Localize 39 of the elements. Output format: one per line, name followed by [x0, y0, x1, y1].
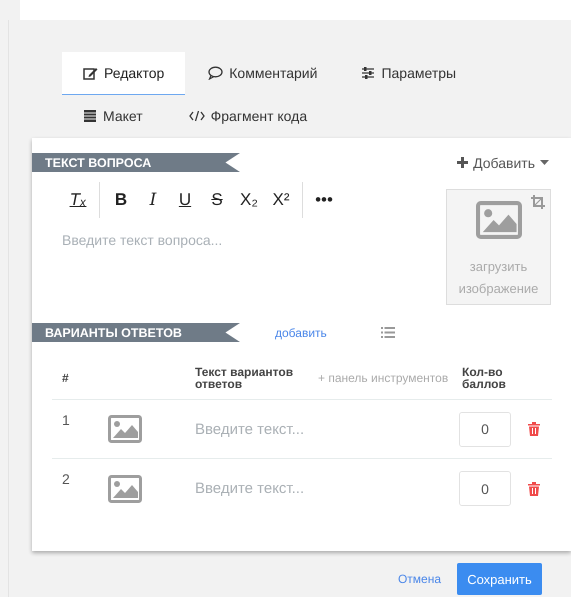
row-number: 2 — [62, 471, 70, 487]
toolbar-button[interactable]: X₂ — [233, 185, 265, 215]
tab[interactable]: Фрагмент кода — [168, 95, 328, 138]
edit-icon — [83, 66, 98, 80]
toolbar-button[interactable]: ••• — [308, 185, 340, 215]
plus-icon — [457, 157, 468, 168]
tab[interactable]: Параметры — [340, 52, 478, 95]
caret-icon — [540, 160, 549, 165]
row-number: 1 — [62, 412, 70, 428]
toolbar-button[interactable]: Tₓ — [62, 185, 94, 215]
toolbar-button[interactable]: X² — [265, 185, 297, 215]
column-header: Кол-во баллов — [454, 364, 524, 400]
speech-bubble-icon — [208, 66, 224, 80]
toolbar-button[interactable]: S — [201, 185, 233, 215]
list-icon — [380, 327, 395, 338]
tab[interactable]: Макет — [62, 95, 164, 138]
code-icon — [188, 109, 205, 123]
trash-icon[interactable] — [528, 422, 540, 436]
tab[interactable]: Комментарий — [187, 52, 338, 95]
tab[interactable]: Редактор — [62, 52, 186, 95]
sliders-icon — [361, 66, 376, 80]
image-icon[interactable] — [108, 415, 142, 443]
toolbar-button[interactable]: I — [137, 185, 169, 215]
add-menu-button[interactable]: Добавить — [457, 154, 549, 170]
upload-label: загрузить изображение — [458, 258, 540, 298]
trash-icon[interactable] — [528, 482, 540, 496]
image-icon[interactable] — [108, 474, 142, 502]
column-header: Текст вариантов ответов — [185, 364, 308, 400]
layout-icon — [83, 109, 97, 123]
section-heading: ВАРИАНТЫ ОТВЕТОВ — [32, 323, 240, 342]
points-field[interactable]: 0 — [459, 471, 511, 506]
add-link[interactable]: добавить — [275, 326, 327, 340]
toolbar-button[interactable]: B — [105, 185, 137, 215]
section-heading: ТЕКСТ ВОПРОСА — [32, 153, 240, 172]
image-icon — [476, 200, 522, 240]
toolbar-button[interactable]: U — [169, 185, 201, 215]
crop-icon — [531, 195, 545, 209]
points-field[interactable]: 0 — [459, 412, 511, 446]
column-header: # — [52, 364, 100, 400]
